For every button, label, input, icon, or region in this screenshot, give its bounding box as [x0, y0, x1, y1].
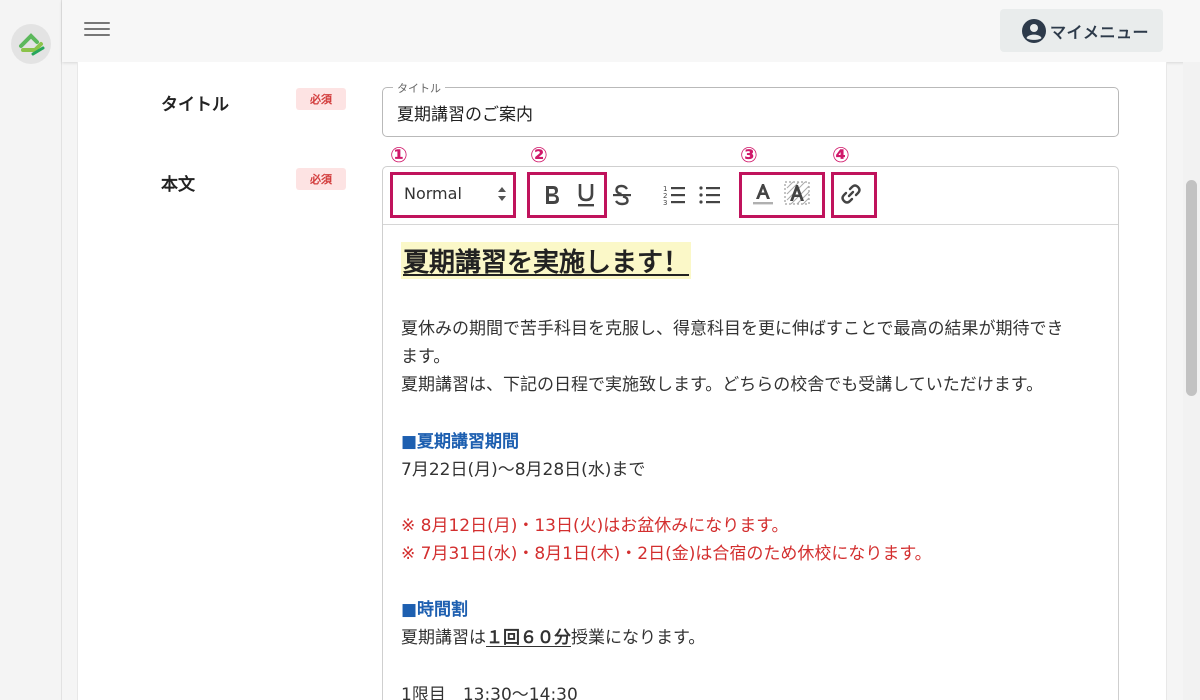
- bullet-list-icon[interactable]: [698, 183, 722, 211]
- hamburger-menu-icon[interactable]: [84, 18, 110, 40]
- marker-2: ②: [530, 143, 548, 167]
- content-paragraph-2[interactable]: 夏期講習は、下記の日程で実施致します。どちらの校舎でも受講していただけます。: [401, 370, 1043, 395]
- text-color-icon[interactable]: [750, 180, 776, 212]
- content-paragraph-1-line-1[interactable]: 夏休みの期間で苦手科目を克服し、得意科目を更に伸ばすことで最高の結果が期待でき: [401, 314, 1064, 339]
- schedule-duration-emphasis: １回６０分: [486, 628, 571, 648]
- schedule-heading[interactable]: ■時間割: [401, 595, 468, 620]
- title-input-legend: タイトル: [393, 80, 445, 96]
- marker-4: ④: [832, 143, 850, 167]
- toolbar-divider: [383, 224, 1118, 225]
- strikethrough-icon[interactable]: [611, 183, 633, 211]
- schedule-text-post: 授業になります。: [571, 628, 706, 648]
- schedule-text-pre: 夏期講習は: [401, 628, 486, 648]
- app-logo[interactable]: [11, 24, 51, 64]
- content-paragraph-1-line-2[interactable]: ます。: [401, 342, 450, 367]
- ordered-list-icon[interactable]: 1 2 3: [663, 183, 687, 211]
- my-menu-label: マイメニュー: [1050, 22, 1150, 42]
- format-select[interactable]: Normal: [404, 184, 462, 203]
- select-arrows-icon[interactable]: [496, 184, 508, 204]
- period-heading[interactable]: ■夏期講習期間: [401, 427, 519, 452]
- period-1-time[interactable]: 1限目 13:30～14:30: [401, 680, 578, 700]
- title-required-badge: 必須: [296, 88, 346, 110]
- underline-icon[interactable]: [574, 181, 598, 213]
- page-scrollbar-thumb[interactable]: [1186, 180, 1197, 396]
- logo-icon: [19, 33, 45, 56]
- marker-1: ①: [390, 143, 408, 167]
- content-heading[interactable]: 夏期講習を実施します！: [401, 242, 692, 279]
- link-icon[interactable]: [839, 182, 863, 210]
- title-input-value[interactable]: 夏期講習のご案内: [397, 100, 533, 125]
- note-camp-closure[interactable]: ※ 7月31日(水)・8月1日(木)・2日(金)は合宿のため休校になります。: [401, 539, 932, 564]
- my-menu-button[interactable]: マイメニュー: [1000, 9, 1163, 52]
- left-rail: [0, 0, 62, 700]
- marker-3: ③: [740, 143, 758, 167]
- background-color-icon[interactable]: [783, 180, 811, 212]
- schedule-line[interactable]: 夏期講習は１回６０分授業になります。: [401, 623, 705, 648]
- svg-text:3: 3: [663, 199, 667, 207]
- top-bar: マイメニュー: [62, 0, 1200, 62]
- user-circle-icon: [1022, 18, 1046, 43]
- bold-icon[interactable]: [541, 182, 563, 212]
- title-field-label: タイトル: [161, 95, 229, 115]
- note-obon-holiday[interactable]: ※ 8月12日(月)・13日(火)はお盆休みになります。: [401, 511, 789, 536]
- body-field-label: 本文: [161, 175, 195, 195]
- period-value[interactable]: 7月22日(月)～8月28日(水)まで: [401, 455, 645, 480]
- body-required-badge: 必須: [296, 168, 346, 190]
